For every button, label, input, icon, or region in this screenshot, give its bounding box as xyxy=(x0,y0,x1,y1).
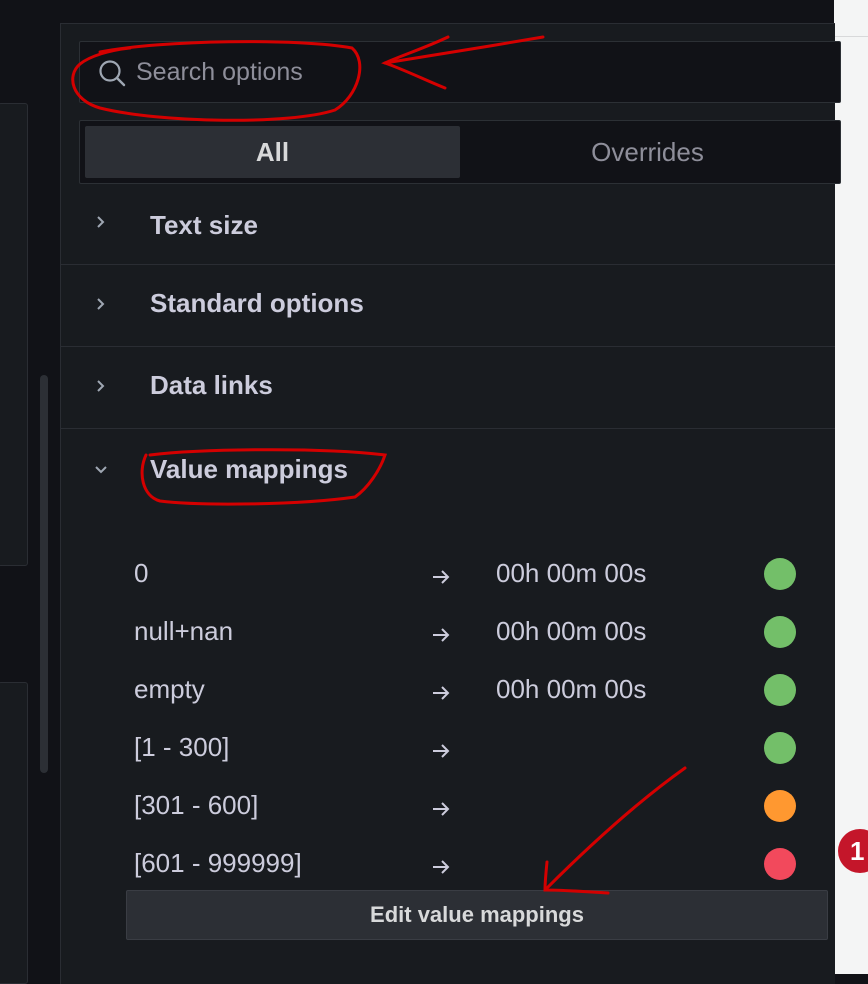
section-text-size[interactable]: Text size xyxy=(61,182,835,265)
mapping-color-dot xyxy=(764,790,796,822)
arrow-right-icon xyxy=(433,802,450,816)
tab-overrides[interactable]: Overrides xyxy=(460,126,835,178)
search-icon xyxy=(99,60,126,87)
section-title: Standard options xyxy=(150,288,364,318)
arrow-right-icon xyxy=(433,628,450,642)
section-title[interactable]: Value mappings xyxy=(150,454,348,485)
mapping-color-dot xyxy=(764,732,796,764)
background-panel xyxy=(0,682,28,984)
section-title: Data links xyxy=(150,370,273,400)
divider xyxy=(834,36,868,37)
mapping-from: empty xyxy=(134,674,205,704)
arrow-right-icon xyxy=(433,860,450,874)
section-data-links[interactable]: Data links xyxy=(61,346,835,429)
mapping-row: empty 00h 00m 00s xyxy=(61,672,835,712)
search-box[interactable] xyxy=(79,41,841,103)
mapping-color-dot xyxy=(764,558,796,590)
chevron-right-icon xyxy=(97,216,105,228)
scrollbar-thumb[interactable] xyxy=(40,375,48,773)
mapping-from: [301 - 600] xyxy=(134,790,259,820)
mapping-row: [1 - 300] xyxy=(61,730,835,770)
mapping-from: 0 xyxy=(134,558,149,588)
mapping-to: 00h 00m 00s xyxy=(496,558,647,588)
section-standard-options[interactable]: Standard options xyxy=(61,264,835,347)
mapping-row: [601 - 999999] xyxy=(61,846,835,886)
options-tabs: All Overrides xyxy=(79,120,841,184)
edit-value-mappings-button[interactable]: Edit value mappings xyxy=(126,890,828,940)
background-panel xyxy=(0,103,28,566)
mapping-color-dot xyxy=(764,674,796,706)
tab-all[interactable]: All xyxy=(85,126,460,178)
options-pane: All Overrides Text size Standard options… xyxy=(60,23,841,984)
arrow-right-icon xyxy=(433,686,450,700)
mapping-row: 0 00h 00m 00s xyxy=(61,556,835,596)
section-value-mappings: Value mappings 0 00h 00m 00s null+nan 00… xyxy=(61,428,835,984)
mapping-from: null+nan xyxy=(134,616,234,646)
mapping-row: [301 - 600] xyxy=(61,788,835,828)
mapping-color-dot xyxy=(764,848,796,880)
mapping-from: [1 - 300] xyxy=(134,732,230,762)
mapping-to: 00h 00m 00s xyxy=(496,674,647,704)
chevron-right-icon xyxy=(97,298,105,310)
mapping-color-dot xyxy=(764,616,796,648)
chevron-right-icon xyxy=(97,380,105,392)
mapping-from: [601 - 999999] xyxy=(134,848,302,878)
search-input[interactable] xyxy=(136,52,816,92)
section-title: Text size xyxy=(150,210,258,240)
arrow-right-icon xyxy=(433,570,450,584)
mapping-row: null+nan 00h 00m 00s xyxy=(61,614,835,654)
arrow-right-icon xyxy=(433,744,450,758)
chevron-down-icon[interactable] xyxy=(93,462,109,478)
mapping-to: 00h 00m 00s xyxy=(496,616,647,646)
